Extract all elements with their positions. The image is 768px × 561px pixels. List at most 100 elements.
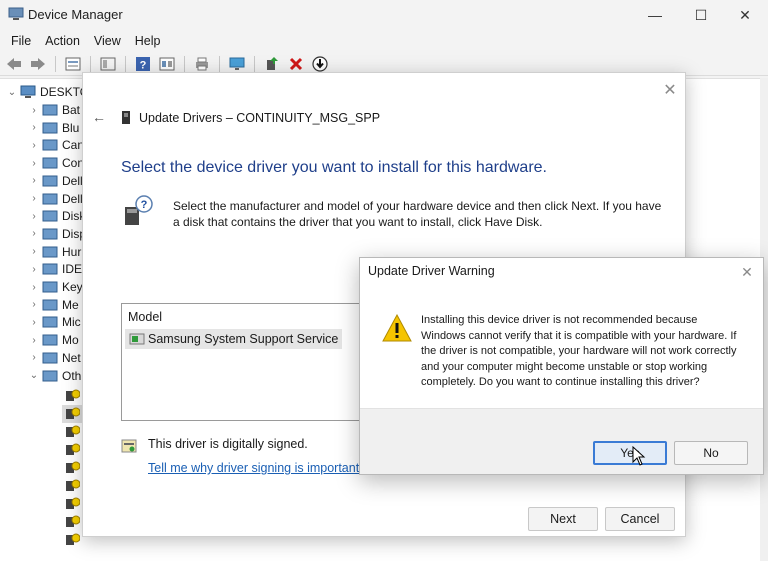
- cancel-button[interactable]: Cancel: [605, 507, 675, 531]
- other-device-child[interactable]: [62, 495, 84, 513]
- chevron-right-icon[interactable]: ›: [28, 105, 40, 116]
- model-list[interactable]: Model Samsung System Support Service: [121, 303, 371, 421]
- memory-icon: [42, 299, 58, 311]
- forward-arrow-icon[interactable]: [28, 54, 48, 74]
- tree-item[interactable]: › Dell: [28, 190, 82, 208]
- other-device-child[interactable]: [62, 513, 84, 531]
- camera-icon: [42, 139, 58, 151]
- other-devices-icon: [42, 370, 58, 381]
- tree-item[interactable]: › Dell: [28, 172, 83, 190]
- tree-item[interactable]: › Blu: [28, 119, 79, 137]
- battery-icon: [42, 104, 58, 116]
- help-icon[interactable]: ?: [133, 54, 153, 74]
- yes-button[interactable]: Yes: [593, 441, 667, 465]
- tree-root[interactable]: ⌄ DESKTO: [6, 83, 89, 101]
- menu-help[interactable]: Help: [128, 34, 168, 48]
- other-device-child[interactable]: [62, 477, 84, 495]
- tree-item[interactable]: › Can: [28, 136, 84, 154]
- other-device-child[interactable]: [62, 459, 84, 477]
- tree-item[interactable]: › IDE: [28, 260, 82, 278]
- keyboard-icon: [42, 281, 58, 293]
- uninstall-icon[interactable]: [286, 54, 306, 74]
- chevron-right-icon[interactable]: ›: [28, 228, 40, 239]
- other-device-child[interactable]: [62, 441, 84, 459]
- wizard-close-button[interactable]: ✕: [659, 79, 681, 101]
- signed-driver-icon: [121, 439, 137, 453]
- list-view-icon[interactable]: [98, 54, 118, 74]
- svg-text:?: ?: [140, 59, 147, 71]
- computer-icon: [42, 157, 58, 169]
- warning-close-button[interactable]: ✕: [736, 262, 758, 282]
- driver-signing-link[interactable]: Tell me why driver signing is important: [148, 461, 359, 475]
- unknown-device-icon: [66, 389, 80, 401]
- maximize-button[interactable]: ☐: [678, 0, 724, 30]
- tree-item[interactable]: › Disp: [28, 225, 86, 243]
- menu-view[interactable]: View: [87, 34, 128, 48]
- chevron-right-icon[interactable]: ›: [28, 299, 40, 310]
- tree-item-label: Dell: [62, 173, 83, 188]
- tree-item[interactable]: › Me: [28, 296, 79, 314]
- model-item-label: Samsung System Support Service: [148, 332, 339, 346]
- tree-item-label: Can: [62, 138, 85, 153]
- tree-item[interactable]: › Disk: [28, 207, 85, 225]
- device-manager-icon: [8, 7, 24, 20]
- tree-item[interactable]: ⌄ Oth: [28, 367, 82, 385]
- hid-icon: [42, 246, 58, 258]
- menu-file[interactable]: File: [4, 34, 38, 48]
- chevron-right-icon[interactable]: ›: [28, 175, 40, 186]
- chevron-right-icon[interactable]: ›: [28, 122, 40, 133]
- tree-item[interactable]: › Con: [28, 154, 84, 172]
- chevron-right-icon[interactable]: ›: [28, 317, 40, 328]
- chevron-right-icon[interactable]: ›: [28, 211, 40, 222]
- chevron-down-icon[interactable]: ⌄: [6, 87, 18, 98]
- download-icon[interactable]: [310, 54, 330, 74]
- model-list-item[interactable]: Samsung System Support Service: [125, 329, 343, 349]
- chevron-down-icon[interactable]: ⌄: [28, 370, 40, 381]
- tree-item-label: Me: [62, 297, 79, 312]
- monitor-icon: [42, 175, 58, 187]
- unknown-device-icon: [66, 497, 80, 509]
- warning-message: Installing this device driver is not rec…: [421, 314, 737, 388]
- device-icon: [122, 111, 130, 124]
- properties-icon[interactable]: [63, 54, 83, 74]
- print-icon[interactable]: [192, 54, 212, 74]
- other-device-child[interactable]: [62, 531, 84, 549]
- tree-item[interactable]: › Net: [28, 349, 80, 367]
- tree-item-label: Mic: [62, 315, 81, 330]
- chevron-right-icon[interactable]: ›: [28, 352, 40, 363]
- update-driver-icon[interactable]: [262, 54, 282, 74]
- no-button[interactable]: No: [674, 441, 748, 465]
- unknown-device-icon: [66, 479, 80, 491]
- menu-bar: File Action View Help: [0, 30, 768, 52]
- minimize-button[interactable]: —: [632, 0, 678, 30]
- menu-action[interactable]: Action: [38, 34, 87, 48]
- driver-icon: [129, 333, 145, 345]
- chevron-right-icon[interactable]: ›: [28, 246, 40, 257]
- back-arrow-icon[interactable]: ←: [89, 109, 109, 125]
- tree-item[interactable]: › Bat: [28, 101, 80, 119]
- tree-item[interactable]: › Mo: [28, 331, 78, 349]
- tree-item[interactable]: › Key: [28, 278, 82, 296]
- monitor-icon[interactable]: [227, 54, 247, 74]
- mouse-icon: [42, 316, 58, 328]
- tree-item-label: Blu: [62, 120, 80, 135]
- other-device-child-selected[interactable]: [62, 405, 84, 423]
- other-device-child[interactable]: [62, 387, 84, 405]
- close-button[interactable]: ✕: [722, 0, 768, 30]
- other-device-child[interactable]: [62, 423, 84, 441]
- toolbar-separator: [219, 55, 220, 72]
- chevron-right-icon[interactable]: ›: [28, 193, 40, 204]
- chevron-right-icon[interactable]: ›: [28, 282, 40, 293]
- chevron-right-icon[interactable]: ›: [28, 140, 40, 151]
- chevron-right-icon[interactable]: ›: [28, 264, 40, 275]
- chevron-right-icon[interactable]: ›: [28, 335, 40, 346]
- tree-item-label: Bat: [62, 103, 81, 117]
- next-button[interactable]: Next: [528, 507, 598, 531]
- hardware-question-icon: ?: [125, 195, 153, 225]
- toolbar-separator: [90, 55, 91, 72]
- tree-item[interactable]: › Mic: [28, 313, 81, 331]
- back-arrow-icon[interactable]: [4, 54, 24, 74]
- resources-view-icon[interactable]: [157, 54, 177, 74]
- tree-item[interactable]: › Hur: [28, 243, 81, 261]
- chevron-right-icon[interactable]: ›: [28, 158, 40, 169]
